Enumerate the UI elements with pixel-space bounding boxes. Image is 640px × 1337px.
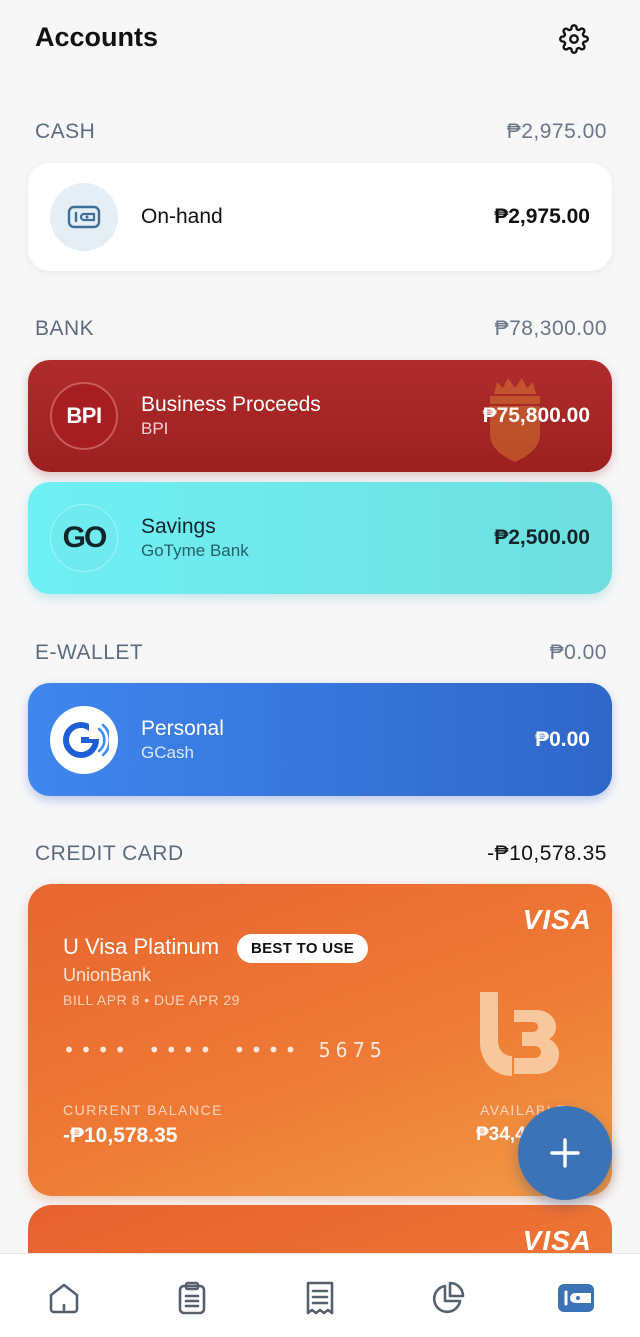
account-card-gotyme[interactable]: GO Savings GoTyme Bank ₱2,500.00 [28,482,612,594]
current-balance-label: CURRENT BALANCE [63,1102,223,1118]
current-balance-value: -₱10,578.35 [63,1124,178,1147]
bpi-logo: BPI [50,382,118,450]
receipt-icon[interactable] [300,1278,340,1318]
section-title: CREDIT CARD [35,842,184,865]
account-balance: ₱75,800.00 [482,404,590,427]
account-balance: ₱0.00 [535,727,590,751]
visa-logo: VISA [522,904,592,935]
unionbank-logo [480,992,559,1076]
billing-dates: BILL APR 8 • DUE APR 29 [63,992,240,1008]
wallet-icon[interactable] [556,1278,596,1318]
section-total: ₱0.00 [549,641,607,664]
account-balance: ₱2,500.00 [494,526,590,549]
app-header: Accounts [0,0,640,80]
section-header-ewallet: E-WALLET ₱0.00 [35,638,607,668]
card-number: •••• •••• •••• 5675 [63,1038,387,1062]
account-bank: GoTyme Bank [141,541,249,560]
section-title: E-WALLET [35,641,144,664]
pie-chart-icon[interactable] [428,1278,468,1318]
section-total: -₱10,578.35 [487,842,607,865]
card-bank: UnionBank [63,965,152,985]
section-total: ₱78,300.00 [494,317,607,340]
section-title: CASH [35,120,96,143]
add-account-button[interactable] [518,1106,612,1200]
account-card-onhand[interactable]: On-hand ₱2,975.00 [28,163,612,271]
wallet-icon [50,183,118,251]
plus-icon [550,1138,580,1168]
account-name: Personal [141,716,224,740]
best-to-use-badge: BEST TO USE [237,934,369,963]
gear-icon[interactable] [557,22,591,56]
card-name: U Visa Platinum [63,934,220,959]
page-title: Accounts [35,22,159,52]
section-header-credit: CREDIT CARD -₱10,578.35 [35,839,607,869]
bottom-nav [0,1253,640,1337]
section-header-bank: BANK ₱78,300.00 [35,314,607,344]
gcash-logo [50,705,118,774]
account-bank: BPI [141,419,169,438]
account-name: On-hand [141,205,223,228]
section-header-cash: CASH ₱2,975.00 [35,117,607,147]
section-title: BANK [35,317,95,340]
account-name: Business Proceeds [141,393,321,416]
account-card-gcash[interactable]: Personal GCash ₱0.00 [28,683,612,796]
account-name: Savings [141,515,216,538]
section-total: ₱2,975.00 [506,120,607,143]
home-icon[interactable] [44,1278,84,1318]
account-balance: ₱2,975.00 [494,205,590,228]
gotyme-logo: GO [50,504,118,572]
account-bank: GCash [141,742,194,762]
clipboard-icon[interactable] [172,1278,212,1318]
account-card-bpi[interactable]: BPI Business Proceeds BPI ₱75,800.00 [28,360,612,472]
